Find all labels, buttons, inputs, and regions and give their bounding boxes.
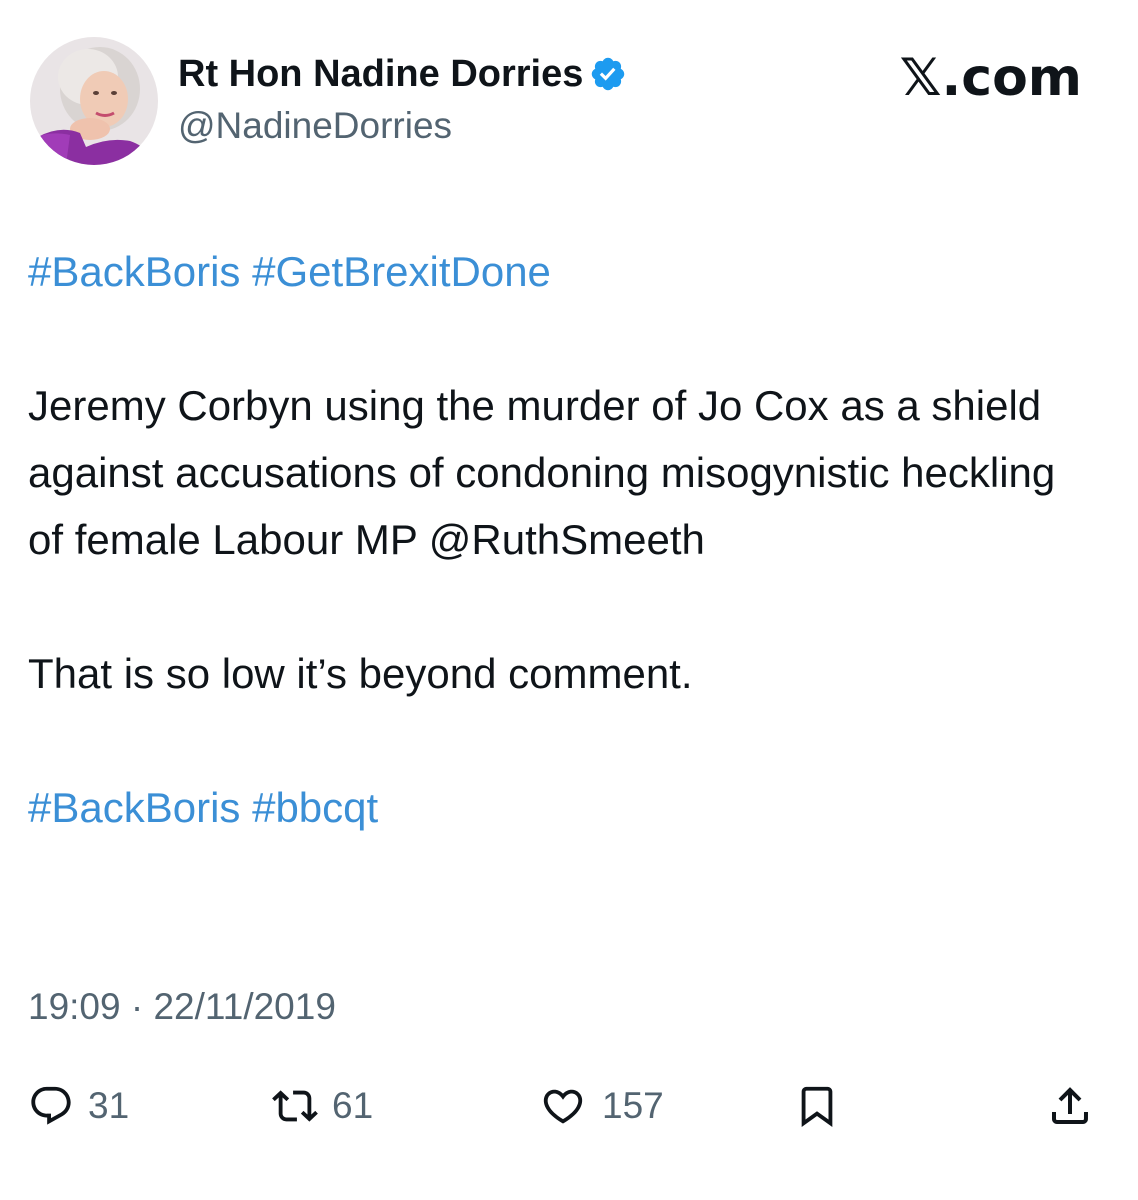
bookmark-button[interactable] bbox=[794, 1076, 840, 1136]
retweet-icon bbox=[272, 1090, 318, 1122]
hashtag-link[interactable]: #BackBoris bbox=[28, 784, 240, 831]
bookmark-icon bbox=[801, 1086, 833, 1127]
retweet-button[interactable]: 61 bbox=[272, 1076, 373, 1136]
avatar[interactable] bbox=[30, 37, 158, 165]
reply-count: 31 bbox=[88, 1085, 130, 1126]
hashtag-line-1: #BackBoris #GetBrexitDone bbox=[28, 238, 1088, 305]
like-button[interactable]: 157 bbox=[538, 1076, 664, 1136]
tweet-text: #BackBoris #GetBrexitDone Jeremy Corbyn … bbox=[28, 238, 1088, 841]
share-button[interactable] bbox=[1046, 1076, 1094, 1136]
author-handle[interactable]: @NadineDorries bbox=[178, 104, 452, 148]
hashtag-link[interactable]: #BackBoris bbox=[28, 248, 240, 295]
tweet-paragraph-2: That is so low it’s beyond comment. bbox=[28, 650, 693, 697]
retweet-count: 61 bbox=[332, 1085, 374, 1126]
display-name[interactable]: Rt Hon Nadine Dorries bbox=[178, 52, 627, 96]
display-name-text: Rt Hon Nadine Dorries bbox=[178, 53, 584, 95]
heart-icon bbox=[543, 1089, 583, 1124]
hashtag-line-2: #BackBoris #bbcqt bbox=[28, 774, 1088, 841]
tweet-paragraph-1: Jeremy Corbyn using the murder of Jo Cox… bbox=[28, 382, 1056, 563]
reply-button[interactable]: 31 bbox=[28, 1076, 129, 1136]
profile-photo bbox=[30, 37, 158, 165]
tweet-timestamp[interactable]: 19:09 · 22/11/2019 bbox=[28, 982, 336, 1032]
hashtag-link[interactable]: #bbcqt bbox=[252, 784, 378, 831]
site-logo: 𝕏.com bbox=[899, 48, 1082, 108]
reply-icon bbox=[31, 1086, 71, 1125]
hashtag-link[interactable]: #GetBrexitDone bbox=[252, 248, 551, 295]
share-icon bbox=[1052, 1087, 1088, 1124]
like-count: 157 bbox=[602, 1085, 664, 1126]
verified-badge-icon bbox=[589, 55, 627, 93]
